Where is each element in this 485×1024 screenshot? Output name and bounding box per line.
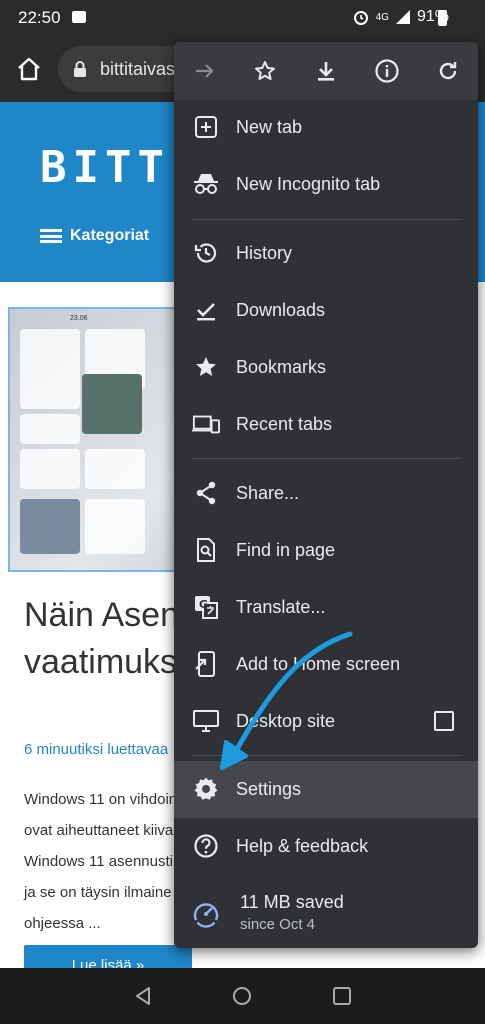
menu-item-label: Recent tabs bbox=[236, 414, 333, 434]
menu-item-label: Desktop site bbox=[236, 711, 336, 731]
url-text: bittitaivas bbox=[100, 59, 176, 79]
desktop-icon bbox=[192, 707, 220, 735]
menu-item-label: History bbox=[236, 243, 293, 263]
menu-item-translate[interactable]: G Translate... bbox=[174, 579, 478, 636]
menu-item-bookmarks[interactable]: Bookmarks bbox=[174, 339, 478, 396]
network-type: 4G bbox=[375, 11, 389, 23]
status-indicators: 4G 91% bbox=[352, 8, 449, 26]
lock-icon bbox=[74, 61, 86, 77]
thumbnail-date: 23.06 bbox=[70, 315, 88, 322]
menu-divider bbox=[192, 219, 460, 220]
menu-action-bar bbox=[174, 42, 478, 100]
excerpt-line: ja se on täysin ilmaine bbox=[24, 884, 172, 901]
refresh-icon[interactable] bbox=[433, 56, 463, 86]
translate-icon: G bbox=[192, 593, 220, 621]
category-label: Kategoriat bbox=[70, 227, 150, 244]
menu-item-history[interactable]: History bbox=[174, 225, 478, 282]
star-icon[interactable] bbox=[250, 56, 280, 86]
data-saver-icon bbox=[192, 900, 220, 928]
back-nav-icon[interactable] bbox=[131, 984, 155, 1008]
home-icon[interactable] bbox=[14, 54, 44, 84]
menu-item-new-incognito-tab[interactable]: New Incognito tab bbox=[174, 156, 478, 213]
menu-item-label: Help & feedback bbox=[236, 836, 369, 856]
excerpt-line: Windows 11 asennusti bbox=[24, 853, 173, 870]
bookmarks-icon bbox=[192, 353, 220, 381]
menu-item-help-feedback[interactable]: Help & feedback bbox=[174, 818, 478, 875]
excerpt-line: ovat aiheuttaneet kiiva bbox=[24, 822, 174, 839]
incognito-icon bbox=[192, 170, 220, 198]
info-icon[interactable] bbox=[372, 56, 402, 86]
status-time: 22:50 bbox=[18, 8, 61, 27]
article-excerpt: Windows 11 on vihdoin ovat aiheuttaneet … bbox=[24, 784, 177, 939]
read-time: 6 minuutiksi luettavaa bbox=[24, 741, 169, 758]
battery-icon bbox=[438, 10, 447, 26]
menu-item-downloads[interactable]: Downloads bbox=[174, 282, 478, 339]
menu-item-label: Find in page bbox=[236, 540, 336, 560]
recents-nav-icon[interactable] bbox=[330, 984, 354, 1008]
category-menu[interactable]: Kategoriat bbox=[40, 227, 149, 245]
recent-tabs-icon bbox=[192, 410, 220, 438]
menu-item-desktop-site[interactable]: Desktop site bbox=[174, 693, 478, 750]
hamburger-icon bbox=[40, 229, 62, 243]
gallery-notification-icon bbox=[72, 11, 86, 23]
menu-item-recent-tabs[interactable]: Recent tabs bbox=[174, 396, 478, 453]
add-home-icon bbox=[192, 650, 220, 678]
menu-item-label: Translate... bbox=[236, 597, 326, 617]
menu-item-data-saver[interactable]: 11 MB saved since Oct 4 bbox=[174, 884, 478, 944]
find-icon bbox=[192, 536, 220, 564]
menu-item-label: Add to Home screen bbox=[236, 654, 401, 674]
data-saved-since: since Oct 4 bbox=[240, 916, 316, 933]
new-tab-icon bbox=[192, 113, 220, 141]
settings-icon bbox=[192, 775, 220, 803]
overflow-menu: New tab New Incognito tab History Downlo… bbox=[174, 42, 478, 948]
download-icon[interactable] bbox=[311, 56, 341, 86]
alarm-icon bbox=[353, 11, 368, 25]
data-saved-amount: 11 MB saved bbox=[240, 892, 344, 912]
menu-item-settings[interactable]: Settings bbox=[174, 761, 478, 818]
status-bar: 22:50 4G 91% bbox=[0, 0, 485, 36]
menu-divider bbox=[192, 755, 460, 756]
menu-item-label: Bookmarks bbox=[236, 357, 327, 377]
system-nav-bar bbox=[0, 968, 485, 1024]
forward-icon[interactable] bbox=[190, 56, 220, 86]
menu-item-label: Settings bbox=[236, 779, 302, 799]
read-more-button[interactable]: Lue lisää » bbox=[24, 945, 192, 968]
menu-divider bbox=[192, 458, 460, 459]
menu-item-label: Share... bbox=[236, 483, 300, 503]
share-icon bbox=[192, 479, 220, 507]
menu-item-add-to-home-screen[interactable]: Add to Home screen bbox=[174, 636, 478, 693]
desktop-site-checkbox[interactable] bbox=[434, 711, 454, 731]
menu-item-share[interactable]: Share... bbox=[174, 465, 478, 522]
menu-item-label: New Incognito tab bbox=[236, 174, 381, 194]
site-logo[interactable]: BITT bbox=[40, 142, 170, 193]
menu-item-label: Downloads bbox=[236, 300, 326, 320]
excerpt-line: Windows 11 on vihdoin bbox=[24, 791, 178, 808]
menu-item-new-tab[interactable]: New tab bbox=[174, 99, 478, 156]
menu-item-find-in-page[interactable]: Find in page bbox=[174, 522, 478, 579]
svg-text:G: G bbox=[199, 598, 208, 611]
menu-item-label: New tab bbox=[236, 117, 303, 137]
history-icon bbox=[192, 239, 220, 267]
signal-icon bbox=[395, 10, 410, 24]
home-nav-icon[interactable] bbox=[230, 984, 254, 1008]
excerpt-line: ohjeessa ... bbox=[24, 915, 101, 932]
help-icon bbox=[192, 832, 220, 860]
downloads-icon bbox=[192, 296, 220, 324]
